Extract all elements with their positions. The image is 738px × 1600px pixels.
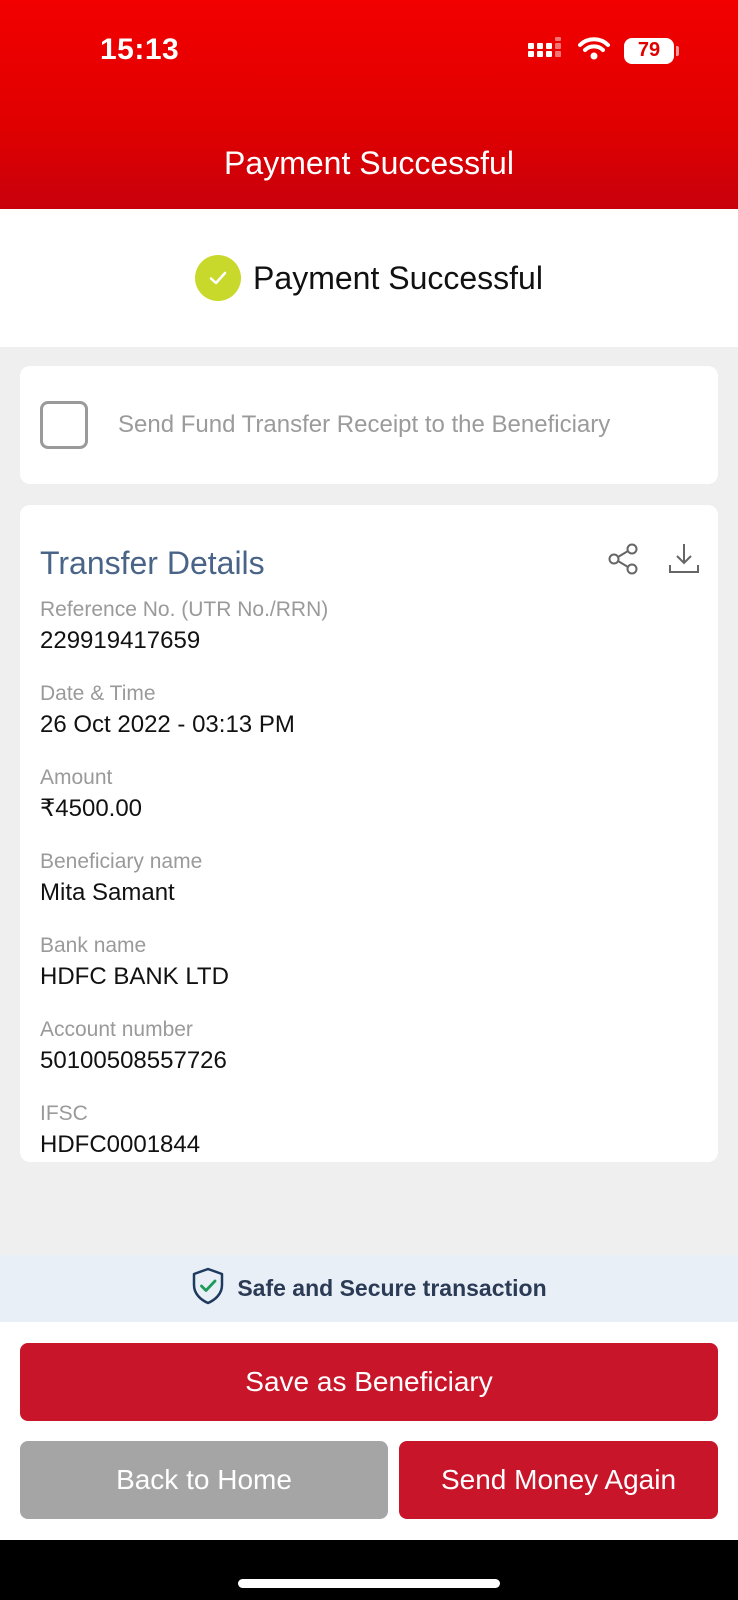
transfer-details-title: Transfer Details: [40, 545, 265, 581]
field-value: HDFC0001844: [40, 1131, 201, 1158]
success-banner: Payment Successful: [0, 209, 738, 347]
field-value: 26 Oct 2022 - 03:13 PM: [40, 711, 295, 738]
share-icon[interactable]: [606, 541, 642, 582]
field-value: Mita Samant: [40, 879, 175, 906]
wifi-icon: [578, 36, 610, 65]
field-account-number: Account number 50100508557726: [40, 1017, 227, 1077]
home-indicator[interactable]: [238, 1579, 500, 1588]
field-bank-name: Bank name HDFC BANK LTD: [40, 933, 229, 993]
status-time: 15:13: [100, 33, 180, 66]
field-value: HDFC BANK LTD: [40, 963, 229, 990]
system-nav-area: [0, 1540, 738, 1600]
transfer-details-card: Transfer Details Reference No. (UTR No./…: [20, 505, 718, 1162]
field-date-time: Date & Time 26 Oct 2022 - 03:13 PM: [40, 681, 295, 741]
field-label: IFSC: [40, 1102, 88, 1125]
check-circle-icon: [195, 255, 242, 301]
receipt-option-label: Send Fund Transfer Receipt to the Benefi…: [118, 411, 611, 438]
field-value: ₹4500.00: [40, 795, 143, 822]
field-label: Beneficiary name: [40, 850, 203, 873]
success-message: Payment Successful: [253, 259, 543, 296]
field-label: Reference No. (UTR No./RRN): [40, 598, 329, 621]
receipt-option-card[interactable]: Send Fund Transfer Receipt to the Benefi…: [20, 366, 718, 484]
field-value: 50100508557726: [40, 1047, 227, 1074]
battery-icon: 79: [624, 37, 679, 64]
secure-transaction-text: Safe and Secure transaction: [237, 1275, 547, 1301]
receipt-checkbox[interactable]: [40, 401, 88, 449]
download-icon[interactable]: [666, 541, 702, 582]
field-amount: Amount ₹4500.00: [40, 765, 142, 825]
secure-transaction-bar: Safe and Secure transaction: [0, 1255, 738, 1322]
field-value: 229919417659: [40, 627, 201, 654]
field-beneficiary-name: Beneficiary name Mita Samant: [40, 849, 202, 909]
shield-check-icon: [191, 1267, 225, 1310]
save-beneficiary-button[interactable]: Save as Beneficiary: [20, 1343, 718, 1421]
back-to-home-button[interactable]: Back to Home: [20, 1441, 388, 1519]
signal-icon: [528, 37, 564, 64]
field-label: Date & Time: [40, 682, 156, 705]
page-title: Payment Successful: [224, 145, 514, 181]
app-header: 15:13 79 Payment Successful: [0, 0, 738, 209]
status-icons: 79: [528, 36, 679, 65]
field-label: Amount: [40, 766, 113, 789]
field-reference-no: Reference No. (UTR No./RRN) 229919417659: [40, 597, 328, 657]
send-money-again-button[interactable]: Send Money Again: [399, 1441, 718, 1519]
field-label: Bank name: [40, 934, 147, 957]
field-label: Account number: [40, 1018, 193, 1041]
field-ifsc: IFSC HDFC0001844: [40, 1101, 200, 1161]
